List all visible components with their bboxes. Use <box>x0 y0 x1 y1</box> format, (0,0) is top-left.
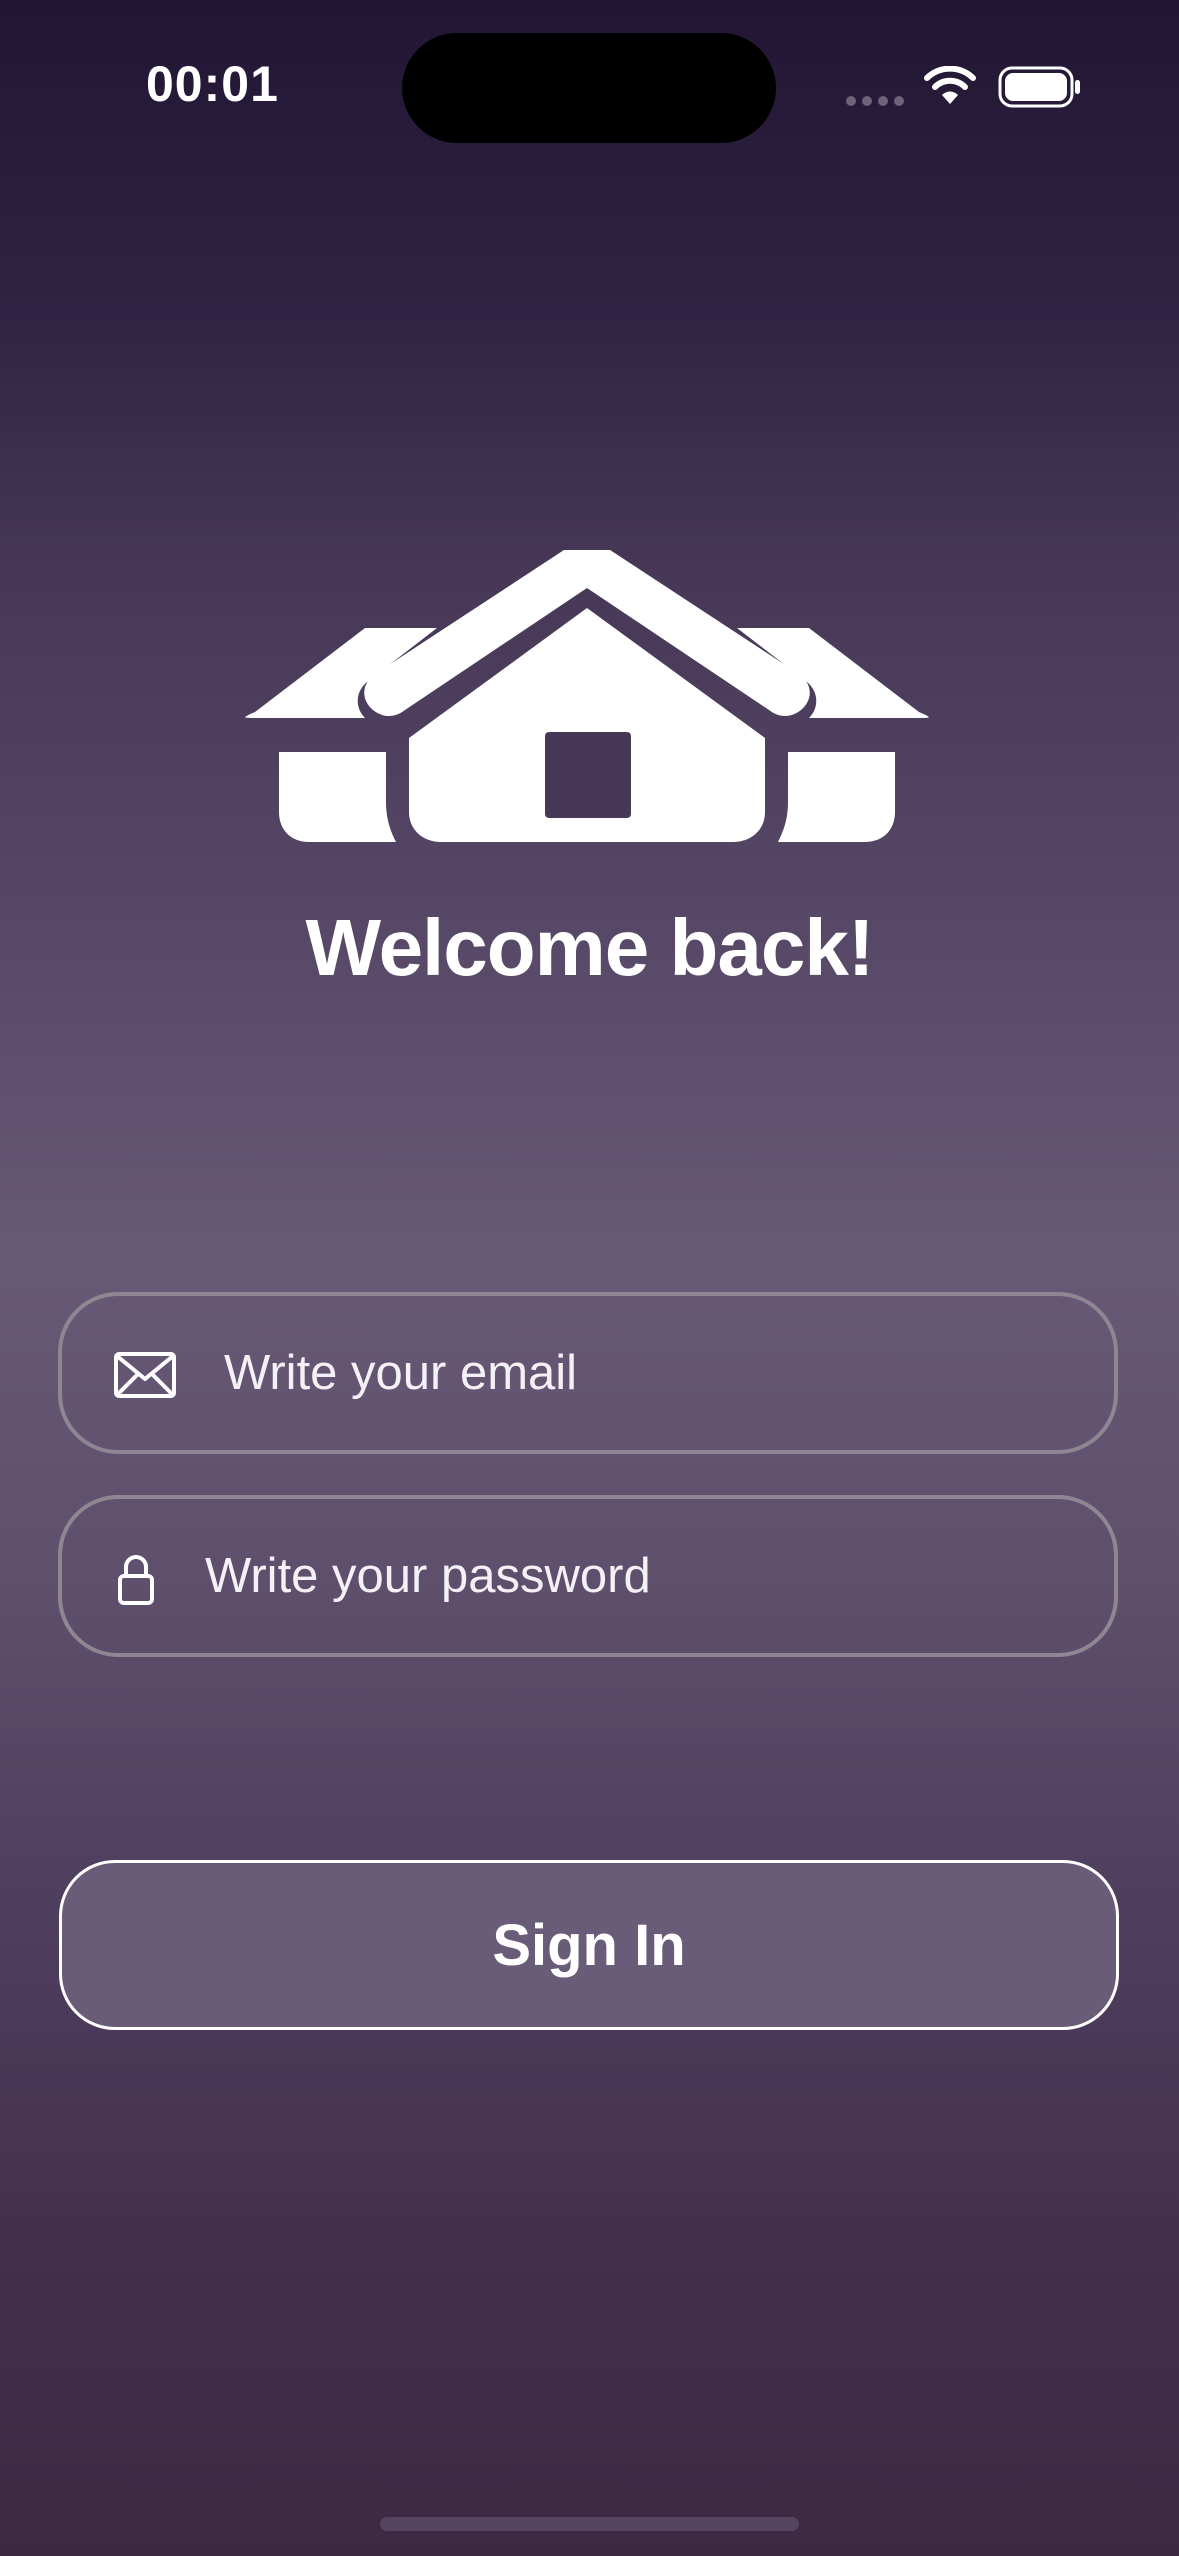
sign-in-button[interactable]: Sign In <box>59 1860 1119 2030</box>
home-indicator[interactable] <box>380 2517 799 2531</box>
dynamic-island <box>402 33 776 143</box>
lock-icon <box>118 1555 154 1605</box>
house-icon <box>245 550 929 842</box>
email-field-container[interactable] <box>58 1292 1118 1454</box>
wifi-icon <box>924 66 976 104</box>
password-field-container[interactable] <box>58 1495 1118 1657</box>
email-input[interactable] <box>224 1296 1024 1450</box>
signal-dots-icon <box>846 96 904 106</box>
battery-icon <box>998 66 1080 108</box>
status-time: 00:01 <box>146 56 279 112</box>
envelope-icon <box>114 1352 176 1398</box>
welcome-title: Welcome back! <box>305 903 875 992</box>
password-input[interactable] <box>205 1499 1005 1653</box>
